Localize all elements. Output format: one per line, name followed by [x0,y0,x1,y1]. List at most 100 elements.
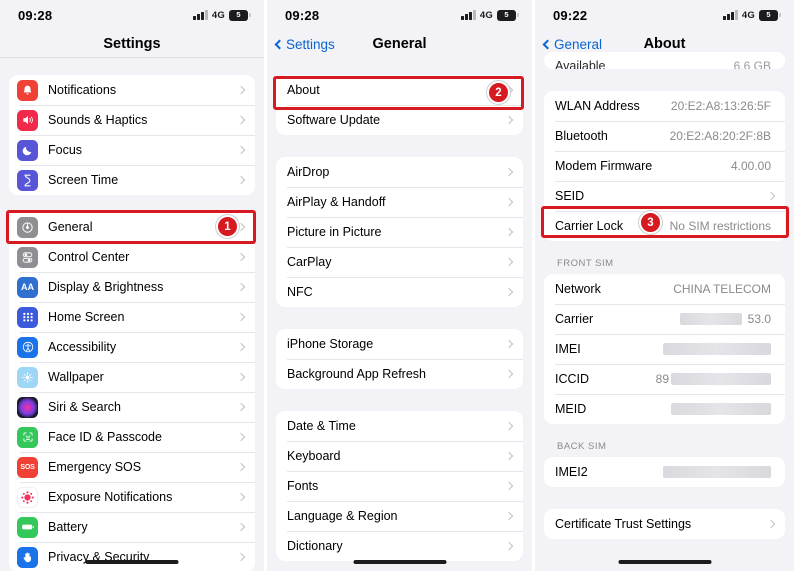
settings-row-privacy-security[interactable]: Privacy & Security [9,542,255,571]
chevron-right-icon [236,432,246,442]
settings-row-focus[interactable]: Focus [9,135,255,165]
about-row-iccid[interactable]: ICCID 89 [544,364,785,394]
chevron-right-icon [504,421,514,431]
row-value: 4.00.00 [730,159,771,173]
row-label: Picture in Picture [287,225,382,239]
settings-row-notifications[interactable]: Notifications [9,75,255,105]
chevron-right-icon [236,372,246,382]
settings-row-control-center[interactable]: Control Center [9,242,255,272]
general-row-picture-in-picture[interactable]: Picture in Picture [276,217,523,247]
settings-row-wallpaper[interactable]: Wallpaper [9,362,255,392]
about-row-carrier[interactable]: Carrier 53.0 [544,304,785,334]
about-list[interactable]: Available 6.6 GB WLAN Address 20:E2:A8:1… [535,52,794,571]
settings-row-screen-time[interactable]: Screen Time [9,165,255,195]
row-label: SEID [555,189,585,203]
chevron-right-icon [766,519,776,529]
row-label: Emergency SOS [48,460,142,474]
row-label: IMEI [555,342,581,356]
row-value: 53.0 [747,312,771,326]
about-row-imei[interactable]: IMEI [544,334,785,364]
siri-search-icon [17,396,38,418]
general-row-about[interactable]: About [276,75,523,105]
row-label: Dictionary [287,539,343,553]
home-screen-icon [17,306,38,328]
about-row-imei2[interactable]: IMEI2 [544,457,785,487]
screen-time-icon [17,169,38,191]
about-row-seid[interactable]: SEID [544,181,785,211]
settings-group-2: General Control Center AA Display & Brig… [9,212,255,571]
general-row-language-region[interactable]: Language & Region [276,501,523,531]
about-row-wlan-address[interactable]: WLAN Address 20:E2:A8:13:26:5F [544,91,785,121]
row-label: Software Update [287,113,381,127]
general-row-airplay-handoff[interactable]: AirPlay & Handoff [276,187,523,217]
nav-bar: Settings General [267,30,532,58]
general-row-airdrop[interactable]: AirDrop [276,157,523,187]
general-row-nfc[interactable]: NFC [276,277,523,307]
back-button[interactable]: Settings [267,37,335,52]
chevron-right-icon [236,492,246,502]
row-label: Bluetooth [555,129,608,143]
row-label: Date & Time [287,419,356,433]
chevron-right-icon [504,369,514,379]
settings-list[interactable]: Notifications Sounds & Haptics Focus Scr… [0,58,264,571]
about-row-network[interactable]: Network CHINA TELECOM [544,274,785,304]
about-row-modem-firmware[interactable]: Modem Firmware 4.00.00 [544,151,785,181]
settings-row-exposure-notifications[interactable]: Exposure Notifications [9,482,255,512]
general-row-keyboard[interactable]: Keyboard [276,441,523,471]
settings-row-emergency-sos[interactable]: SOS Emergency SOS [9,452,255,482]
general-row-carplay[interactable]: CarPlay [276,247,523,277]
network-type-label: 4G [741,9,755,21]
general-icon [17,216,38,238]
settings-row-home-screen[interactable]: Home Screen [9,302,255,332]
about-row-bluetooth[interactable]: Bluetooth 20:E2:A8:20:2F:8B [544,121,785,151]
back-button[interactable]: General [535,37,602,52]
settings-row-face-id-passcode[interactable]: Face ID & Passcode [9,422,255,452]
row-label: Face ID & Passcode [48,430,162,444]
accessibility-icon [17,336,38,358]
settings-row-battery[interactable]: Battery [9,512,255,542]
wallpaper-icon [17,366,38,388]
about-group-front-sim: Network CHINA TELECOM Carrier 53.0 IMEI … [544,274,785,424]
general-list[interactable]: About Software Update AirDrop AirPlay & … [267,58,532,571]
settings-row-siri-search[interactable]: Siri & Search [9,392,255,422]
about-group-storage-partial: Available 6.6 GB [544,52,785,69]
row-label: Fonts [287,479,319,493]
row-value: 89 [655,372,669,386]
status-bar: 09:28 4G 5 [267,0,532,30]
privacy-security-icon [17,546,38,568]
about-row-available[interactable]: Available 6.6 GB [544,52,785,69]
about-row-certificate-trust-settings[interactable]: Certificate Trust Settings [544,509,785,539]
section-header-front-sim: FRONT SIM [557,258,614,269]
cellular-signal-icon [193,10,208,20]
status-time: 09:28 [18,7,53,23]
row-value: 20:E2:A8:20:2F:8B [669,129,771,143]
general-row-date-time[interactable]: Date & Time [276,411,523,441]
general-row-dictionary[interactable]: Dictionary [276,531,523,561]
about-row-carrier-lock[interactable]: Carrier Lock No SIM restrictions [544,211,785,241]
status-time: 09:28 [285,7,320,23]
row-label: General [48,220,93,234]
general-row-background-app-refresh[interactable]: Background App Refresh [276,359,523,389]
general-group-3: iPhone Storage Background App Refresh [276,329,523,389]
callout-badge-2: 2 [487,81,510,104]
row-value: 20:E2:A8:13:26:5F [670,99,771,113]
settings-row-sounds-haptics[interactable]: Sounds & Haptics [9,105,255,135]
row-label: Focus [48,143,83,157]
general-row-software-update[interactable]: Software Update [276,105,523,135]
general-row-iphone-storage[interactable]: iPhone Storage [276,329,523,359]
chevron-right-icon [504,287,514,297]
settings-row-display-brightness[interactable]: AA Display & Brightness [9,272,255,302]
phone-screen-general: 09:28 4G 5 Settings General About Softwa… [267,0,535,571]
home-indicator [353,560,446,564]
control-center-icon [17,246,38,268]
general-group-2: AirDrop AirPlay & Handoff Picture in Pic… [276,157,523,307]
about-group-back-sim: IMEI2 [544,457,785,487]
settings-row-accessibility[interactable]: Accessibility [9,332,255,362]
row-value: No SIM restrictions [669,219,771,233]
cellular-signal-icon [723,10,738,20]
general-row-fonts[interactable]: Fonts [276,471,523,501]
network-type-label: 4G [211,9,225,21]
row-label: Home Screen [48,310,125,324]
status-indicators: 4G 5 [723,9,781,21]
about-row-meid[interactable]: MEID [544,394,785,424]
